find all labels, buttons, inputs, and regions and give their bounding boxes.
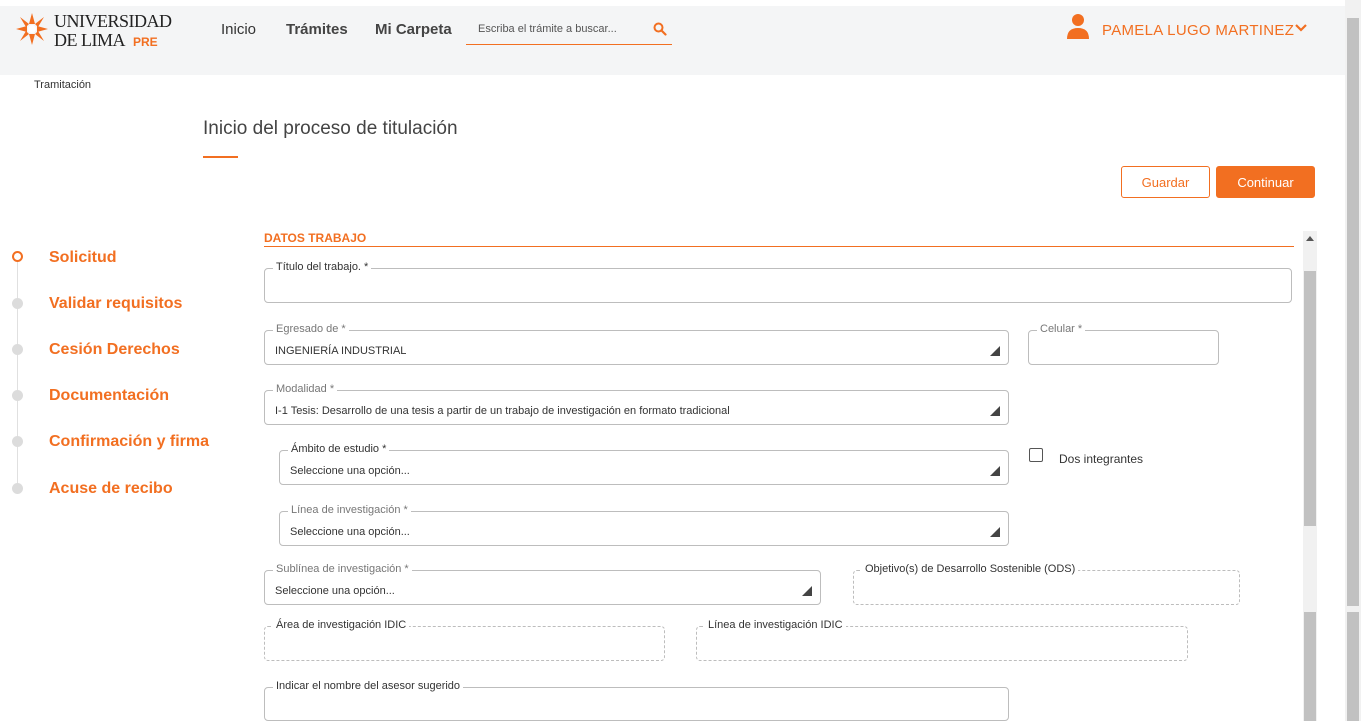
breadcrumb[interactable]: Tramitación [34,79,91,91]
search-icon[interactable] [653,22,667,36]
step-cesion-derechos[interactable]: Cesión Derechos [49,341,180,359]
step-dot-solicitud [12,251,23,262]
ambito-estudio-value: Seleccione una opción... [290,465,410,477]
asesor-label: Indicar el nombre del asesor sugerido [273,680,464,692]
user-icon [1067,14,1089,39]
user-name: PAMELA LUGO MARTINEZ [1102,22,1295,39]
celular-field[interactable]: Celular * [1028,323,1219,365]
celular-label: Celular * [1037,323,1086,335]
linea-investigacion-label: Línea de investigación * [288,504,411,516]
ods-label: Objetivo(s) de Desarrollo Sostenible (OD… [862,563,1079,575]
continue-button[interactable]: Continuar [1216,166,1315,198]
egresado-value: INGENIERÍA INDUSTRIAL [275,345,407,357]
top-strip [0,0,1361,6]
nav-inicio[interactable]: Inicio [221,21,256,38]
search-box [466,16,672,45]
modalidad-select[interactable]: Modalidad * I-1 Tesis: Desarrollo de una… [264,383,1009,425]
modalidad-label: Modalidad * [273,383,338,395]
form-scrollbar-thumb-lower[interactable] [1304,612,1316,721]
nav-tramites[interactable]: Trámites [286,21,348,38]
logo-pre-badge: PRE [133,35,158,49]
step-solicitud[interactable]: Solicitud [49,249,117,267]
sun-logo-icon [16,13,48,45]
title-underline [203,156,238,158]
page-scrollbar[interactable] [1345,0,1361,721]
egresado-select[interactable]: Egresado de * INGENIERÍA INDUSTRIAL [264,323,1009,365]
egresado-label: Egresado de * [273,323,349,335]
logo-text-line1: UNIVERSIDAD [54,11,172,31]
section-divider [264,246,1294,247]
linea-idic-field: Línea de investigación IDIC [696,619,1188,661]
linea-idic-label: Línea de investigación IDIC [705,619,846,631]
select-caret-icon [802,586,812,596]
sublinea-investigacion-select[interactable]: Sublínea de investigación * Seleccione u… [264,563,821,605]
university-logo[interactable]: UNIVERSIDAD DE LIMA PRE [14,11,172,51]
sublinea-investigacion-value: Seleccione una opción... [275,585,395,597]
search-input[interactable] [478,23,648,35]
asesor-field[interactable]: Indicar el nombre del asesor sugerido [264,680,1009,721]
page-title: Inicio del proceso de titulación [203,118,458,139]
step-documentacion[interactable]: Documentación [49,387,169,405]
scroll-up-icon[interactable] [1306,236,1314,241]
modalidad-value: I-1 Tesis: Desarrollo de una tesis a par… [275,405,730,417]
select-caret-icon [990,527,1000,537]
ambito-estudio-select[interactable]: Ámbito de estudio * Seleccione una opció… [279,443,1009,485]
select-caret-icon [990,406,1000,416]
linea-investigacion-value: Seleccione una opción... [290,526,410,538]
page-scrollbar-thumb-lower[interactable] [1347,612,1359,721]
sublinea-investigacion-label: Sublínea de investigación * [273,563,412,575]
step-confirmacion-firma[interactable]: Confirmación y firma [49,433,209,451]
logo-text-line2-main: DE LIMA [54,30,126,50]
header-bar: UNIVERSIDAD DE LIMA PRE Inicio Trámites M… [0,0,1345,75]
nav-mi-carpeta[interactable]: Mi Carpeta [375,21,452,38]
logo-text-line2: DE LIMA PRE [54,30,158,51]
select-caret-icon [990,466,1000,476]
page: UNIVERSIDAD DE LIMA PRE Inicio Trámites M… [0,0,1361,721]
area-idic-field: Área de investigación IDIC [264,619,665,661]
linea-investigacion-select[interactable]: Línea de investigación * Seleccione una … [279,504,1009,546]
step-dot-acuse [12,483,23,494]
titulo-trabajo-field[interactable]: Título del trabajo. * [264,261,1292,303]
steps-connector [17,258,18,490]
step-dot-cesion [12,344,23,355]
ambito-estudio-label: Ámbito de estudio * [288,443,390,455]
chevron-down-icon[interactable] [1294,23,1308,33]
save-button[interactable]: Guardar [1121,166,1210,198]
dos-integrantes-label[interactable]: Dos integrantes [1059,452,1143,466]
step-dot-documentacion [12,390,23,401]
form-scrollbar-thumb[interactable] [1304,271,1316,526]
ods-field: Objetivo(s) de Desarrollo Sostenible (OD… [853,563,1240,605]
step-dot-validar [12,298,23,309]
titulo-trabajo-label: Título del trabajo. * [273,261,372,273]
select-caret-icon [990,346,1000,356]
step-acuse-recibo[interactable]: Acuse de recibo [49,480,173,498]
area-idic-label: Área de investigación IDIC [273,619,410,631]
form-scrollbar[interactable] [1303,231,1317,721]
step-validar-requisitos[interactable]: Validar requisitos [49,295,182,313]
dos-integrantes-checkbox[interactable] [1029,448,1043,462]
page-scrollbar-thumb[interactable] [1347,18,1359,606]
step-dot-confirmacion [12,436,23,447]
section-title: DATOS TRABAJO [264,231,367,245]
